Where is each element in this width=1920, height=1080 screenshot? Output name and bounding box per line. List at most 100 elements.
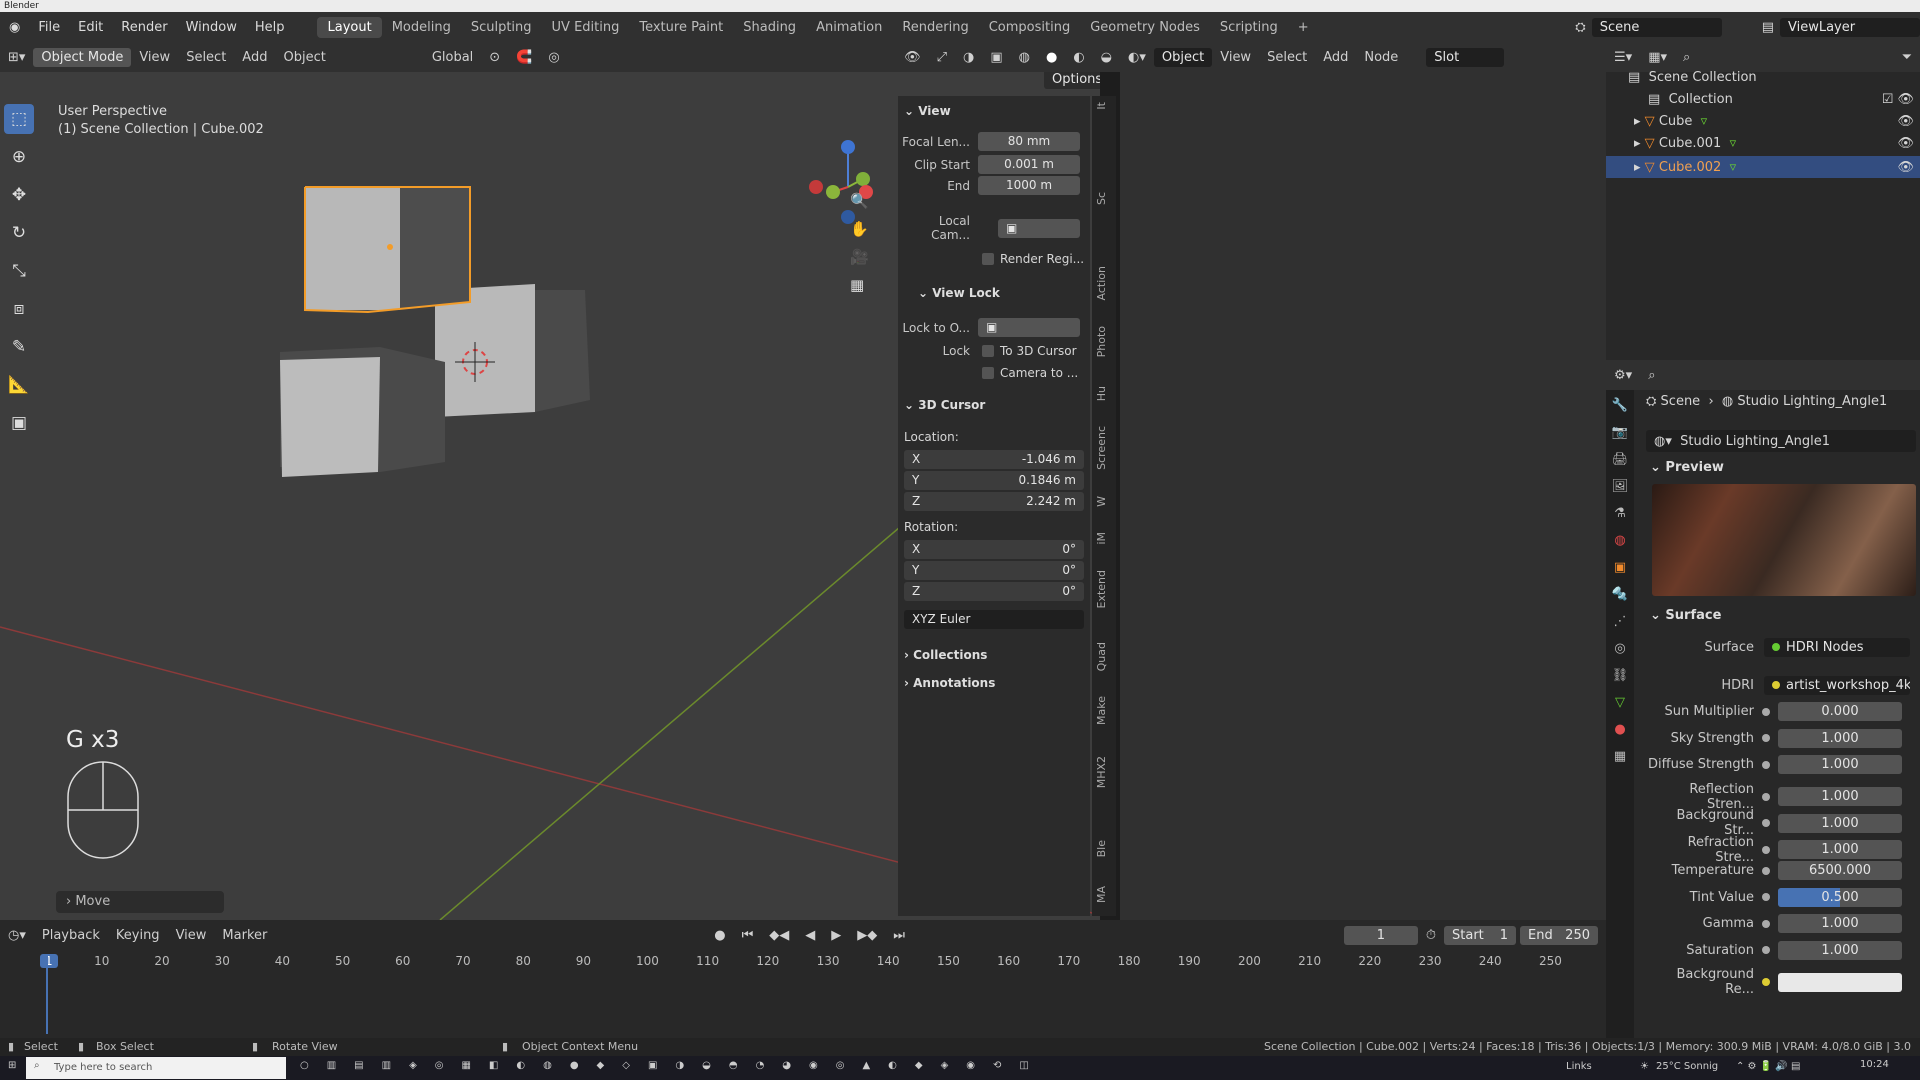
timeline-editor-icon[interactable]: ◷▾ bbox=[0, 928, 34, 943]
collection-eye-icon[interactable]: 👁 bbox=[1897, 92, 1914, 107]
render-region-checkbox[interactable] bbox=[982, 253, 994, 265]
shading-material-icon[interactable]: ◐ bbox=[1065, 50, 1092, 65]
timeline-ruler[interactable]: 1 10 20 30 40 50 60 70 80 90 100 110 120 130 140 150 160… bbox=[0, 952, 1606, 972]
menu-render[interactable]: Render bbox=[112, 20, 176, 35]
world-param-field[interactable] bbox=[1778, 972, 1902, 992]
world-param-field[interactable]: 1.000 bbox=[1778, 787, 1902, 806]
next-keyframe-icon[interactable]: ▶◆ bbox=[849, 928, 885, 943]
rotate-tool-icon[interactable]: ↻ bbox=[4, 218, 34, 248]
node-menu-node[interactable]: Node bbox=[1356, 50, 1406, 65]
outliner-scene-collection[interactable]: ▤ Scene Collection bbox=[1628, 70, 1757, 85]
scale-tool-icon[interactable]: ⤡ bbox=[4, 256, 34, 286]
sidebar-tab-extend[interactable]: Extend bbox=[1095, 570, 1108, 609]
scene-props-icon[interactable]: ⚗ bbox=[1614, 506, 1626, 521]
hdri-field[interactable]: artist_workshop_4k.... bbox=[1764, 676, 1910, 695]
collections-header[interactable]: › Collections bbox=[904, 648, 987, 662]
breadcrumb-world[interactable]: Studio Lighting_Angle1 bbox=[1737, 394, 1887, 409]
preview-header[interactable]: ⌄ Preview bbox=[1650, 460, 1724, 475]
world-param-field[interactable]: 0.000 bbox=[1778, 702, 1902, 721]
windows-start-icon[interactable]: ⊞ bbox=[8, 1060, 16, 1071]
zoom-icon[interactable]: 🔍 bbox=[850, 192, 869, 210]
cursor-rot-y[interactable]: Y 0° bbox=[904, 561, 1084, 580]
taskbar-links[interactable]: Links bbox=[1566, 1061, 1592, 1072]
menu-edit[interactable]: Edit bbox=[69, 20, 112, 35]
properties-search-icon[interactable]: ⌕ bbox=[1640, 368, 1663, 383]
tab-geometry-nodes[interactable]: Geometry Nodes bbox=[1080, 17, 1210, 38]
tab-uv-editing[interactable]: UV Editing bbox=[542, 17, 630, 38]
visibility-icon[interactable]: 👁 bbox=[896, 50, 929, 65]
particles-props-icon[interactable]: ⋰ bbox=[1614, 614, 1627, 629]
play-icon[interactable]: ▶ bbox=[823, 928, 849, 943]
node-menu-view[interactable]: View bbox=[1212, 50, 1259, 65]
material-props-icon[interactable]: ● bbox=[1614, 722, 1625, 737]
focal-length-field[interactable]: 80 mm bbox=[978, 132, 1080, 151]
cube-002-eye-icon[interactable]: 👁 bbox=[1897, 160, 1914, 175]
transform-tool-icon[interactable]: ⧈ bbox=[4, 294, 34, 324]
cube-eye-icon[interactable]: 👁 bbox=[1897, 114, 1914, 129]
to-3d-cursor-checkbox[interactable] bbox=[982, 345, 994, 357]
camera-to-view-checkbox[interactable] bbox=[982, 367, 994, 379]
modifier-props-icon[interactable]: 🔩 bbox=[1612, 587, 1628, 602]
cursor-loc-x[interactable]: X -1.046 m bbox=[904, 450, 1084, 469]
clip-end-field[interactable]: 1000 m bbox=[978, 176, 1080, 195]
cursor-tool-icon[interactable]: ⊕ bbox=[4, 142, 34, 172]
overlay-icon[interactable]: ◑ bbox=[955, 50, 982, 65]
world-param-field[interactable]: 1.000 bbox=[1778, 940, 1902, 960]
world-param-field[interactable]: 6500.000 bbox=[1778, 861, 1902, 880]
sidebar-tab-w[interactable]: W bbox=[1095, 496, 1108, 507]
sidebar-tab-item[interactable]: It bbox=[1095, 102, 1108, 110]
local-camera-field[interactable]: ▣ bbox=[998, 218, 1080, 238]
annotate-tool-icon[interactable]: ✎ bbox=[4, 332, 34, 362]
proportional-edit-icon[interactable]: ◎ bbox=[540, 50, 567, 65]
sidebar-tab-hu[interactable]: Hu bbox=[1095, 386, 1108, 401]
3d-cursor-header[interactable]: ⌄ 3D Cursor bbox=[904, 398, 985, 412]
editor-type-icon[interactable]: ⊞▾ bbox=[0, 50, 33, 65]
surface-header[interactable]: ⌄ Surface bbox=[1650, 608, 1721, 623]
timeline-menu-view[interactable]: View bbox=[168, 928, 215, 943]
sidebar-tab-mhx2[interactable]: MHX2 bbox=[1095, 756, 1108, 788]
cursor-loc-y[interactable]: Y 0.1846 m bbox=[904, 471, 1084, 490]
collection-checkbox-icon[interactable]: ☑ bbox=[1882, 92, 1894, 107]
select-tool-icon[interactable]: ⬚ bbox=[4, 104, 34, 134]
timeline-menu-marker[interactable]: Marker bbox=[214, 928, 275, 943]
view-layer-props-icon[interactable]: 🖼 bbox=[1612, 479, 1629, 494]
end-frame-field[interactable]: End 250 bbox=[1520, 925, 1598, 945]
ortho-grid-icon[interactable]: ▦ bbox=[850, 276, 869, 294]
menu-help[interactable]: Help bbox=[246, 20, 294, 35]
xray-icon[interactable]: ▣ bbox=[982, 50, 1010, 65]
world-props-icon[interactable]: ◍ bbox=[1614, 533, 1625, 548]
sidebar-tab-photo[interactable]: Photo bbox=[1095, 326, 1108, 357]
outliner-display-mode-icon[interactable]: ▦▾ bbox=[1640, 50, 1675, 65]
tab-layout[interactable]: Layout bbox=[317, 16, 382, 38]
outliner-search-icon[interactable]: ⌕ bbox=[1675, 50, 1698, 65]
shading-wireframe-icon[interactable]: ◍ bbox=[1011, 50, 1038, 65]
snap-icon[interactable]: 🧲 bbox=[508, 50, 540, 65]
object-props-icon[interactable]: ▣ bbox=[1614, 560, 1626, 575]
world-param-field[interactable]: 1.000 bbox=[1778, 728, 1902, 748]
play-reverse-icon[interactable]: ◀ bbox=[797, 928, 823, 943]
mode-selector[interactable]: Object Mode bbox=[33, 47, 132, 67]
world-param-field[interactable]: 1.000 bbox=[1778, 755, 1902, 774]
shading-solid-icon[interactable]: ● bbox=[1038, 50, 1065, 65]
world-param-field[interactable]: 1.000 bbox=[1778, 840, 1902, 859]
outliner-filter-icon[interactable]: ⏷ bbox=[1894, 50, 1920, 65]
annotations-header[interactable]: › Annotations bbox=[904, 676, 995, 690]
sidebar-tab-quad[interactable]: Quad bbox=[1095, 642, 1108, 671]
view-section-header[interactable]: ⌄ View bbox=[904, 104, 951, 118]
view-lock-header[interactable]: ⌄ View Lock bbox=[918, 286, 1000, 300]
cube-001-eye-icon[interactable]: 👁 bbox=[1897, 136, 1914, 151]
node-menu-add[interactable]: Add bbox=[1315, 50, 1356, 65]
data-props-icon[interactable]: ▽ bbox=[1615, 695, 1625, 710]
transform-orientation-selector[interactable]: Global bbox=[424, 50, 481, 65]
start-frame-field[interactable]: Start 1 bbox=[1444, 925, 1516, 945]
node-editor-type-icon[interactable]: ◐▾ bbox=[1120, 50, 1154, 65]
sidebar-tab-ble[interactable]: Ble bbox=[1095, 840, 1108, 857]
outliner-item-cube-001[interactable]: ▸ ▽ Cube.001 ▿ 👁 bbox=[1634, 136, 1914, 151]
taskbar-search-input[interactable]: ⌕ Type here to search bbox=[26, 1057, 286, 1079]
add-workspace-button[interactable]: + bbox=[1288, 17, 1319, 38]
tab-texture-paint[interactable]: Texture Paint bbox=[629, 17, 733, 38]
preview-range-icon[interactable]: ⏱ bbox=[1418, 928, 1444, 943]
world-selector[interactable]: ◍▾ Studio Lighting_Angle1 bbox=[1646, 430, 1916, 452]
pivot-icon[interactable]: ⊙ bbox=[481, 50, 508, 65]
taskbar-weather[interactable]: 25°C Sonnig bbox=[1656, 1061, 1718, 1072]
